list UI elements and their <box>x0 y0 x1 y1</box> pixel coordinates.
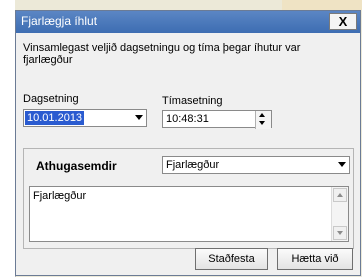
notes-label: Athugasemdir <box>36 159 117 173</box>
scroll-up-button[interactable] <box>333 188 347 202</box>
date-label: Dagsetning <box>23 93 79 105</box>
time-spinner[interactable] <box>255 111 271 129</box>
spin-down-icon[interactable] <box>259 121 265 125</box>
notes-scrollbar[interactable] <box>331 187 348 241</box>
spin-up-icon[interactable] <box>259 113 265 117</box>
background-window-strip <box>0 0 16 277</box>
notes-text: Fjarlægður <box>33 190 87 202</box>
confirm-button[interactable]: Staðfesta <box>195 248 268 270</box>
background-top-strip <box>15 0 362 10</box>
title-bar[interactable]: Fjarlægja íhlut X <box>16 11 360 33</box>
scroll-down-icon <box>337 231 343 235</box>
scroll-up-icon <box>337 193 343 197</box>
time-picker[interactable]: 10:48:31 <box>162 110 272 129</box>
date-value: 10.01.2013 <box>25 111 85 125</box>
close-button[interactable]: X <box>329 13 357 30</box>
remove-component-dialog: Fjarlægja íhlut X Vinsamlegast veljið da… <box>15 10 361 276</box>
date-picker[interactable]: 10.01.2013 <box>23 109 147 127</box>
cancel-button[interactable]: Hætta við <box>277 248 353 270</box>
time-label: Tímasetning <box>162 95 223 107</box>
window-title: Fjarlægja íhlut <box>21 14 98 28</box>
background-accent <box>282 0 362 10</box>
time-value: 10:48:31 <box>166 113 209 125</box>
chevron-down-icon[interactable] <box>338 162 346 167</box>
close-icon: X <box>338 14 348 29</box>
notes-select-value: Fjarlægður <box>166 159 220 171</box>
instruction-text: Vinsamlegast veljið dagsetningu og tíma … <box>23 42 301 66</box>
notes-select[interactable]: Fjarlægður <box>162 156 350 174</box>
notes-group: Athugasemdir Fjarlægður Fjarlægður <box>23 148 354 249</box>
chevron-down-icon[interactable] <box>135 115 143 120</box>
scroll-down-button[interactable] <box>333 226 347 240</box>
notes-textarea[interactable]: Fjarlægður <box>29 186 349 242</box>
